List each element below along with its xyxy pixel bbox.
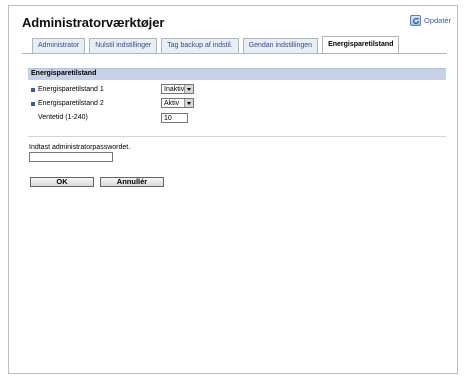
- section-title: Energisparetilstand: [31, 70, 97, 77]
- energy-saver-2-select[interactable]: Aktiv: [161, 98, 194, 108]
- cancel-button[interactable]: Annullér: [100, 177, 164, 187]
- wait-time-label: Ventetid (1-240): [38, 114, 88, 121]
- refresh-button[interactable]: Opdatér: [410, 15, 451, 26]
- divider: [28, 136, 446, 137]
- energy-saver-1-text: Energisparetilstand 1: [38, 86, 104, 93]
- tab-divider: [22, 53, 447, 54]
- energy-saver-1-value: Inaktiv: [164, 85, 185, 93]
- tab-reset-settings[interactable]: Nulstil indstillinger: [89, 38, 158, 53]
- energy-saver-2-value: Aktiv: [164, 99, 180, 107]
- tab-bar: Administrator Nulstil indstillinger Tag …: [32, 36, 400, 53]
- refresh-label: Opdatér: [424, 16, 452, 25]
- tab-backup-settings[interactable]: Tag backup af indstil.: [161, 38, 239, 53]
- password-label: Indtast administratorpasswordet.: [29, 144, 131, 151]
- energy-saver-2-text: Energisparetilstand 2: [38, 100, 104, 107]
- energy-saver-1-label: Energisparetilstand 1: [31, 86, 104, 93]
- wait-time-input[interactable]: [161, 113, 188, 123]
- password-input[interactable]: [29, 152, 113, 162]
- ok-button[interactable]: OK: [30, 177, 94, 187]
- tab-restore-settings[interactable]: Gendan indstillingen: [242, 38, 319, 53]
- energy-saver-2-label: Energisparetilstand 2: [31, 100, 104, 107]
- page-frame: [8, 5, 458, 374]
- energy-saver-1-select[interactable]: Inaktiv: [161, 84, 194, 94]
- chevron-down-icon: [184, 85, 193, 93]
- page-title: Administratorværktøjer: [22, 15, 165, 30]
- bullet-icon: [31, 101, 35, 106]
- bullet-icon: [31, 87, 35, 92]
- tab-administrator[interactable]: Administrator: [32, 38, 86, 53]
- refresh-icon: [410, 15, 421, 26]
- tab-energy-saver[interactable]: Energisparetilstand: [322, 36, 400, 53]
- wait-time-text: Ventetid (1-240): [38, 114, 88, 121]
- chevron-down-icon: [184, 99, 193, 107]
